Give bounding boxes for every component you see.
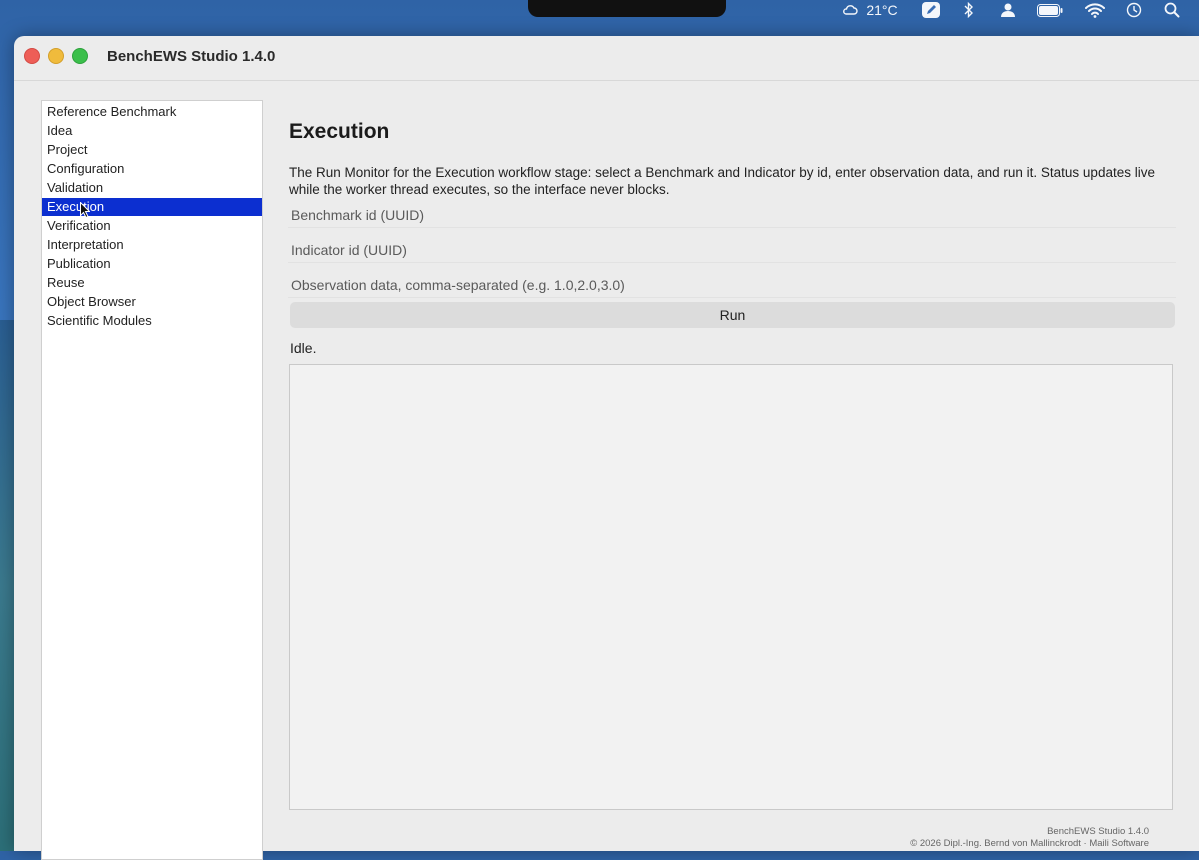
title-bar: BenchEWS Studio 1.4.0	[14, 36, 1199, 81]
window-title: BenchEWS Studio 1.4.0	[107, 48, 276, 65]
sidebar-nav: Reference Benchmark Idea Project Configu…	[41, 100, 263, 860]
close-button[interactable]	[24, 48, 40, 64]
camera-notch	[528, 0, 726, 17]
sidebar-item-reference-benchmark[interactable]: Reference Benchmark	[42, 103, 262, 121]
run-button[interactable]: Run	[290, 302, 1175, 328]
sidebar-item-scientific-modules[interactable]: Scientific Modules	[42, 312, 262, 330]
status-text: Idle.	[290, 340, 317, 356]
sidebar-item-interpretation[interactable]: Interpretation	[42, 236, 262, 254]
weather-temp[interactable]: 21°C	[864, 0, 900, 20]
bluetooth-icon[interactable]	[962, 0, 976, 20]
footer-copyright: © 2026 Dipl.-Ing. Bernd von Mallinckrodt…	[910, 838, 1149, 849]
sidebar-item-project[interactable]: Project	[42, 141, 262, 159]
battery-icon[interactable]	[1036, 0, 1064, 20]
time-machine-icon[interactable]	[1124, 0, 1144, 20]
menu-bar: 21°C	[0, 0, 1199, 28]
user-icon[interactable]	[999, 0, 1017, 20]
wifi-icon[interactable]	[1084, 0, 1106, 20]
observation-data-input[interactable]	[288, 272, 1176, 298]
footer-version: BenchEWS Studio 1.4.0	[1047, 826, 1149, 837]
sidebar-item-idea[interactable]: Idea	[42, 122, 262, 140]
sidebar-item-verification[interactable]: Verification	[42, 217, 262, 235]
page-title: Execution	[289, 120, 390, 143]
zoom-button[interactable]	[72, 48, 88, 64]
app-window: BenchEWS Studio 1.4.0 Reference Benchmar…	[14, 36, 1199, 860]
sidebar-item-publication[interactable]: Publication	[42, 255, 262, 273]
indicator-id-input[interactable]	[288, 237, 1176, 263]
search-icon[interactable]	[1162, 0, 1182, 20]
footer: BenchEWS Studio 1.4.0 © 2026 Dipl.-Ing. …	[910, 826, 1149, 850]
output-log-area[interactable]	[289, 364, 1173, 810]
desktop-background-edge	[0, 320, 14, 851]
sidebar-item-object-browser[interactable]: Object Browser	[42, 293, 262, 311]
sidebar-item-validation[interactable]: Validation	[42, 179, 262, 197]
sidebar-item-execution[interactable]: Execution	[42, 198, 262, 216]
pen-icon[interactable]	[920, 0, 942, 20]
mouse-pointer-icon	[80, 201, 91, 223]
benchmark-id-input[interactable]	[288, 202, 1176, 228]
page-description: The Run Monitor for the Execution workfl…	[289, 165, 1155, 197]
weather-icon[interactable]	[842, 0, 858, 20]
sidebar-item-configuration[interactable]: Configuration	[42, 160, 262, 178]
minimize-button[interactable]	[48, 48, 64, 64]
sidebar-item-reuse[interactable]: Reuse	[42, 274, 262, 292]
